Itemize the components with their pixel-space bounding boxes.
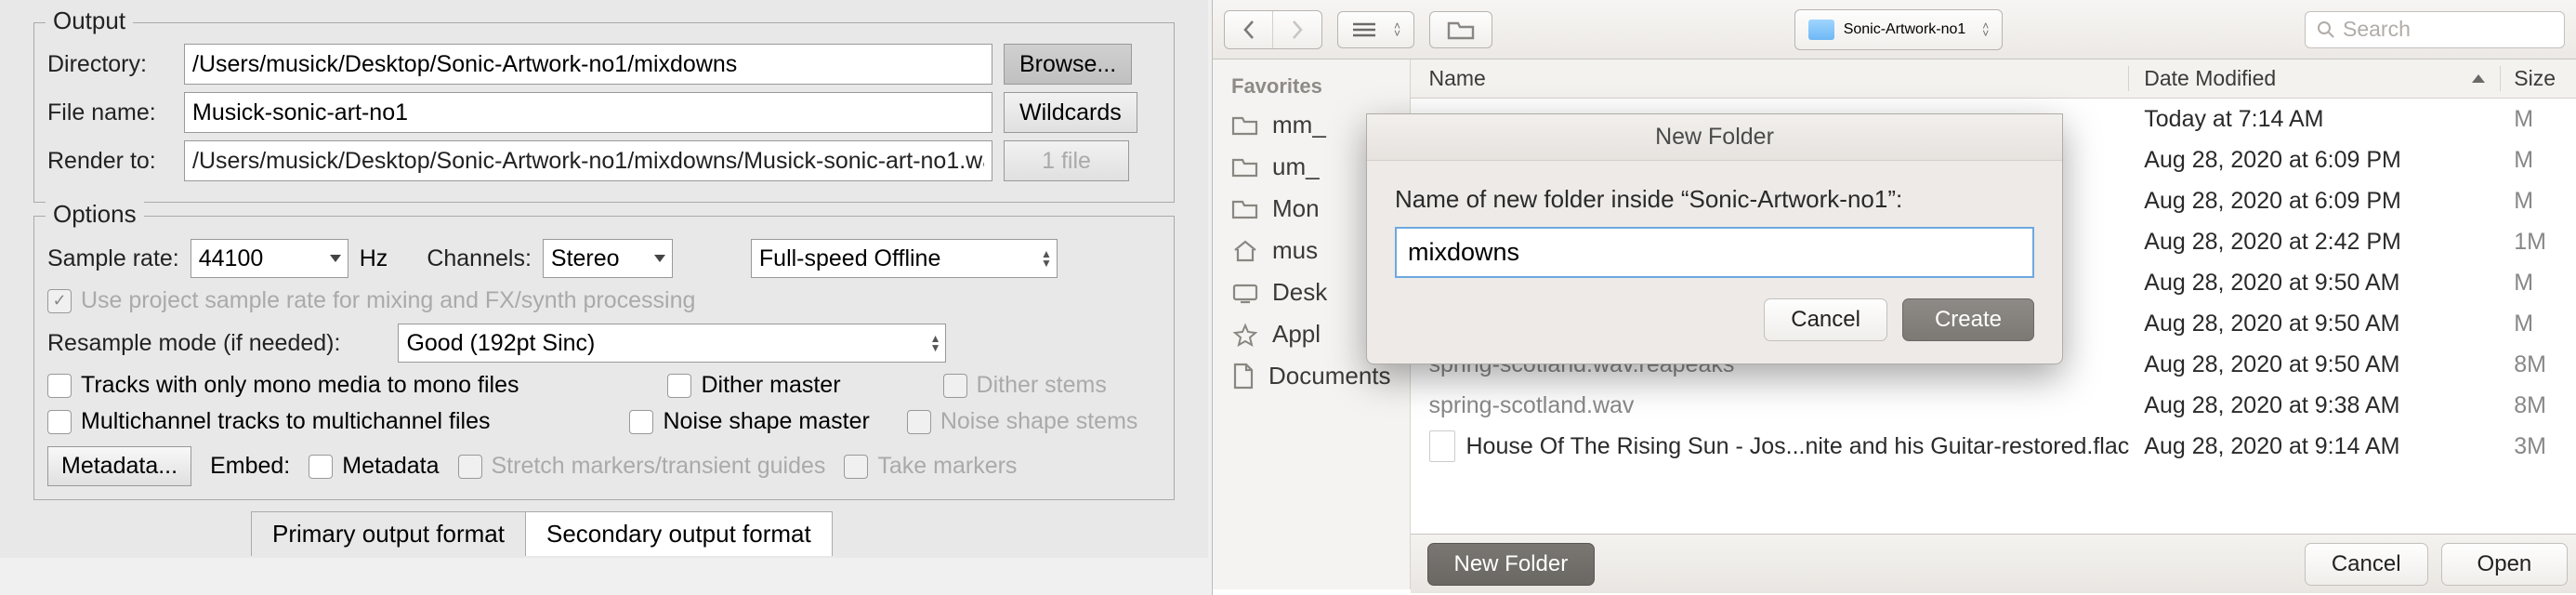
directory-input[interactable]	[184, 44, 992, 85]
noise-shape-master-checkbox[interactable]: Noise shape master	[629, 408, 869, 435]
options-section: Options Sample rate: 44100 Hz Channels: …	[33, 216, 1175, 500]
multichannel-checkbox[interactable]: Multichannel tracks to multichannel file…	[47, 408, 490, 435]
folder-action-button[interactable]	[1429, 11, 1492, 48]
filename-input[interactable]	[184, 92, 992, 133]
renderto-label: Render to:	[47, 148, 173, 175]
folder-name-input[interactable]	[1395, 227, 2034, 278]
file-row[interactable]: spring-scotland.wavAug 28, 2020 at 9:38 …	[1411, 385, 2576, 426]
dialog-cancel-button[interactable]: Cancel	[1764, 298, 1887, 341]
updown-icon: ▲▼	[930, 334, 941, 352]
resample-label: Resample mode (if needed):	[47, 330, 340, 357]
sort-caret-icon	[2472, 74, 2485, 83]
view-mode-dropdown[interactable]: ˄˅	[1337, 11, 1414, 48]
browse-button[interactable]: Browse...	[1004, 44, 1132, 85]
chevron-updown-icon: ˄˅	[1982, 22, 1989, 37]
tab-primary[interactable]: Primary output format	[251, 511, 526, 556]
finder-open-button[interactable]: Open	[2441, 543, 2569, 586]
render-panel: Output Directory: Browse... File name: W…	[0, 0, 1208, 558]
list-view-icon	[1351, 20, 1377, 39]
metadata-button[interactable]: Metadata...	[47, 446, 191, 486]
column-date[interactable]: Date Modified	[2129, 66, 2501, 91]
renderto-display	[184, 140, 992, 181]
sample-rate-select[interactable]: 44100	[191, 239, 348, 278]
output-section: Output Directory: Browse... File name: W…	[33, 22, 1175, 203]
column-name[interactable]: Name	[1411, 66, 2130, 91]
file-row[interactable]: House Of The Rising Sun - Jos...nite and…	[1411, 426, 2576, 467]
channels-select[interactable]: Stereo	[543, 239, 673, 278]
use-project-sr-checkbox: ✓Use project sample rate for mixing and …	[47, 287, 695, 314]
new-folder-button[interactable]: New Folder	[1427, 543, 1596, 586]
resample-select[interactable]: Good (192pt Sinc)	[398, 324, 946, 363]
sample-rate-label: Sample rate:	[47, 245, 179, 272]
embed-take-checkbox: Take markers	[844, 453, 1017, 480]
current-folder-dropdown[interactable]: Sonic-Artwork-no1 ˄˅	[1794, 9, 2004, 50]
options-title: Options	[46, 200, 144, 229]
dialog-prompt: Name of new folder inside “Sonic-Artwork…	[1395, 185, 2034, 214]
back-button[interactable]	[1225, 11, 1273, 48]
embed-label: Embed:	[210, 453, 290, 480]
column-size[interactable]: Size	[2501, 66, 2576, 91]
finder-footer: New Folder Cancel Open	[1411, 534, 2576, 593]
output-title: Output	[46, 7, 133, 35]
search-icon	[2317, 20, 2335, 39]
search-input[interactable]: Search	[2305, 11, 2565, 48]
noise-shape-stems-checkbox: Noise shape stems	[907, 408, 1138, 435]
updown-icon: ▲▼	[1041, 249, 1052, 268]
format-tabs: Primary output format Secondary output f…	[251, 511, 1175, 556]
speed-select[interactable]: Full-speed Offline	[751, 239, 1058, 278]
folder-icon	[1447, 20, 1475, 40]
folder-icon	[1808, 20, 1834, 40]
finder-cancel-button[interactable]: Cancel	[2305, 543, 2428, 586]
mono-tracks-checkbox[interactable]: Tracks with only mono media to mono file…	[47, 372, 519, 399]
dialog-title: New Folder	[1367, 114, 2062, 161]
new-folder-dialog: New Folder Name of new folder inside “So…	[1366, 113, 2063, 364]
directory-label: Directory:	[47, 51, 173, 78]
channels-label: Channels:	[427, 245, 532, 272]
forward-button	[1273, 11, 1321, 48]
embed-stretch-checkbox: Stretch markers/transient guides	[458, 453, 826, 480]
tab-secondary[interactable]: Secondary output format	[525, 511, 833, 556]
finder-toolbar: ˄˅ Sonic-Artwork-no1 ˄˅ Search	[1213, 0, 2576, 60]
hz-label: Hz	[360, 245, 388, 272]
filecount-button: 1 file	[1004, 140, 1129, 181]
dither-stems-checkbox: Dither stems	[943, 372, 1107, 399]
column-headers: Name Date Modified Size	[1411, 60, 2576, 99]
sidebar-favorites-header: Favorites	[1213, 69, 1410, 104]
dither-master-checkbox[interactable]: Dither master	[667, 372, 840, 399]
chevron-updown-icon: ˄˅	[1394, 22, 1400, 37]
dialog-create-button[interactable]: Create	[1902, 298, 2034, 341]
embed-metadata-checkbox[interactable]: Metadata	[309, 453, 439, 480]
wildcards-button[interactable]: Wildcards	[1004, 92, 1137, 133]
nav-segment	[1224, 10, 1322, 49]
filename-label: File name:	[47, 99, 173, 126]
